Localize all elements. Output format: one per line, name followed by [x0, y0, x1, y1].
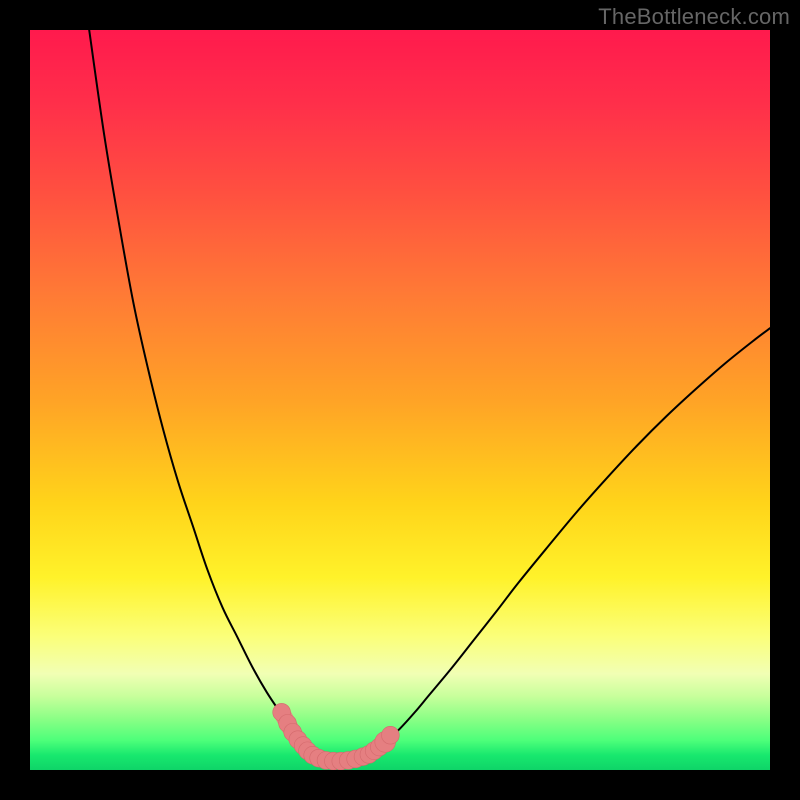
chart-frame: TheBottleneck.com [0, 0, 800, 800]
bottleneck-curve [89, 30, 770, 761]
bottleneck-curve-path [89, 30, 770, 761]
marker-dot [382, 726, 400, 744]
curves-layer [30, 30, 770, 770]
watermark-text: TheBottleneck.com [598, 4, 790, 30]
data-markers [273, 703, 400, 770]
plot-area [30, 30, 770, 770]
